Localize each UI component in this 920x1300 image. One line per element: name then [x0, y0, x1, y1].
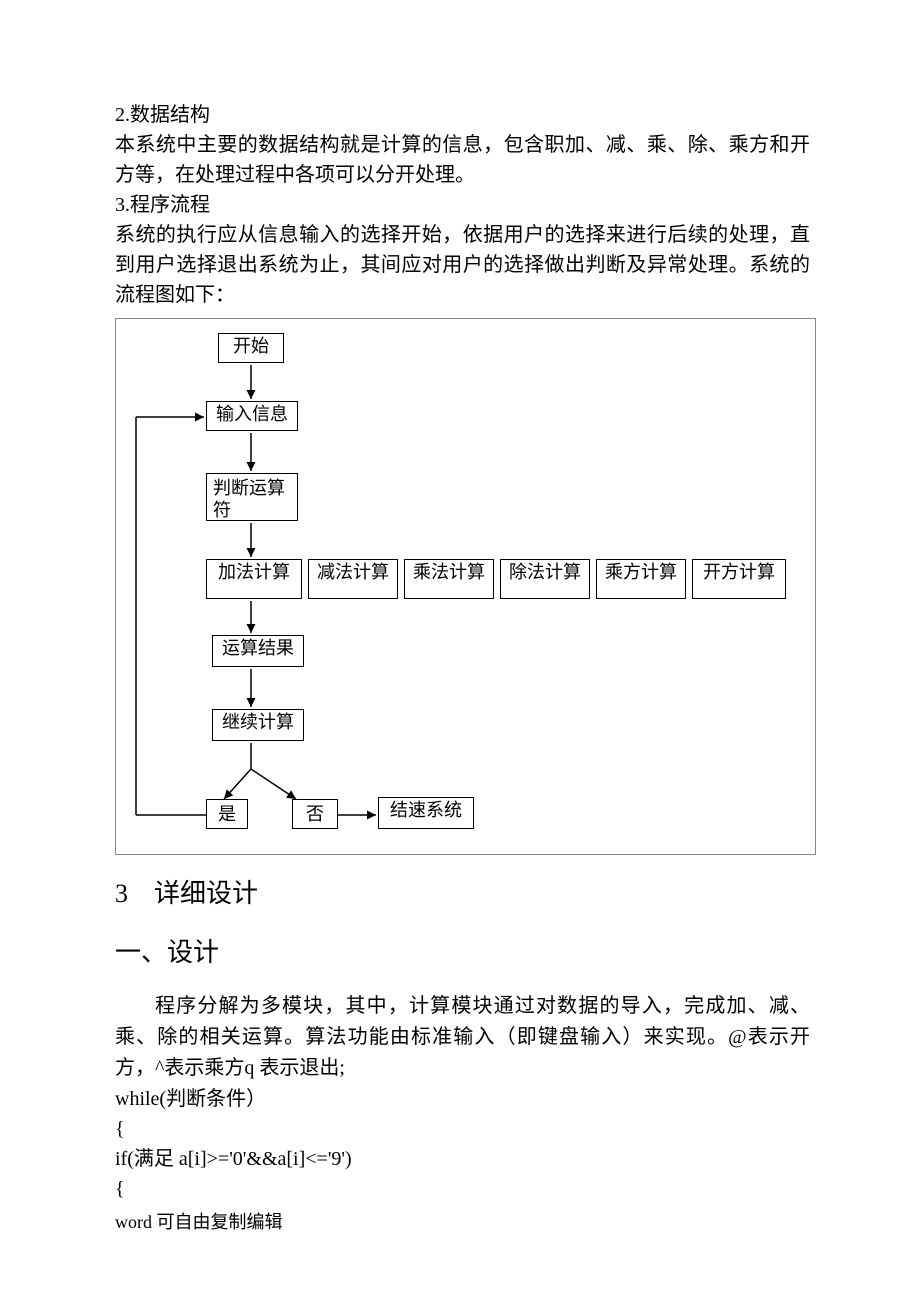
section-2-body: 本系统中主要的数据结构就是计算的信息，包含职加、减、乘、除、乘方和开方等，在处理…: [115, 130, 810, 190]
flowchart: 开始 输入信息 判断运算符 加法计算 减法计算 乘法计算 除法计算 乘方计算 开…: [115, 318, 816, 855]
footer-note: word 可自由复制编辑: [115, 1208, 810, 1234]
flow-start: 开始: [218, 333, 284, 363]
code-line-3: if(满足 a[i]>='0'&&a[i]<='9'): [115, 1144, 810, 1174]
flow-result: 运算结果: [212, 635, 304, 667]
flow-op-div: 除法计算: [500, 559, 590, 599]
flow-judge: 判断运算符: [206, 473, 298, 521]
section-3-title: 3.程序流程: [115, 190, 810, 220]
code-line-2: {: [115, 1114, 810, 1144]
heading-design: 一、设计: [115, 932, 810, 969]
heading-detailed-design: 3 详细设计: [115, 873, 810, 910]
flow-continue: 继续计算: [212, 709, 304, 741]
code-line-1: while(判断条件）: [115, 1084, 810, 1114]
flow-end: 结速系统: [378, 797, 474, 829]
section-3-body: 系统的执行应从信息输入的选择开始，依据用户的选择来进行后续的处理，直到用户选择退…: [115, 220, 810, 310]
flow-yes: 是: [206, 799, 248, 829]
section-2-title: 2.数据结构: [115, 100, 810, 130]
flow-input: 输入信息: [206, 401, 298, 431]
flow-op-pow: 乘方计算: [596, 559, 686, 599]
flow-op-sqrt: 开方计算: [692, 559, 786, 599]
flow-op-sub: 减法计算: [308, 559, 398, 599]
code-line-4: {: [115, 1174, 810, 1204]
flow-no: 否: [292, 799, 338, 829]
flow-op-add: 加法计算: [206, 559, 302, 599]
design-paragraph: 程序分解为多模块，其中，计算模块通过对数据的导入，完成加、减、乘、除的相关运算。…: [115, 991, 810, 1084]
flow-op-mul: 乘法计算: [404, 559, 494, 599]
